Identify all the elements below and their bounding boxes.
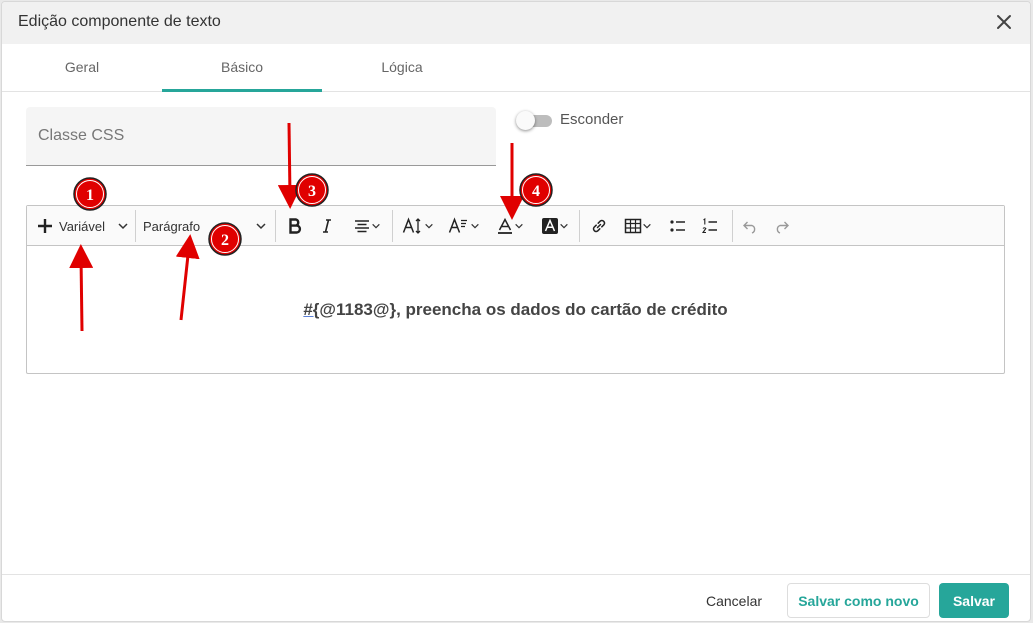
editor-text: @1183@}, preencha os dados do cartão de … xyxy=(319,300,728,319)
font-size-dropdown[interactable] xyxy=(399,212,437,240)
dialog-header: Edição componente de texto xyxy=(2,2,1030,44)
close-icon[interactable] xyxy=(992,10,1016,34)
editor-paragraph: #{@1183@}, preencha os dados do cartão d… xyxy=(27,300,1004,320)
editor-toolbar: Variável Parágrafo xyxy=(27,206,1004,246)
italic-button[interactable] xyxy=(315,212,339,240)
chevron-down-icon xyxy=(372,223,380,229)
css-class-field xyxy=(26,107,496,166)
css-class-input[interactable] xyxy=(26,107,496,165)
toolbar-divider xyxy=(135,210,136,242)
toolbar-divider xyxy=(275,210,276,242)
paragraph-label: Parágrafo xyxy=(143,218,201,234)
toolbar-divider xyxy=(579,210,580,242)
toolbar-divider xyxy=(392,210,393,242)
plus-icon xyxy=(38,219,52,233)
bulleted-list-button[interactable] xyxy=(665,212,691,240)
font-family-icon xyxy=(448,217,467,233)
bold-icon xyxy=(289,218,302,234)
editor-content[interactable]: #{@1183@}, preencha os dados do cartão d… xyxy=(27,247,1004,373)
tab-basico[interactable]: Básico xyxy=(162,44,322,92)
align-center-icon xyxy=(355,220,369,233)
undo-icon xyxy=(743,221,756,234)
background-color-dropdown[interactable] xyxy=(535,212,575,240)
bold-button[interactable] xyxy=(283,212,307,240)
link-icon xyxy=(592,219,606,233)
tab-logica[interactable]: Lógica xyxy=(322,44,482,92)
text-component-dialog: Edição componente de texto Geral Básico … xyxy=(1,1,1031,622)
text-align-dropdown[interactable] xyxy=(349,212,385,240)
redo-button[interactable] xyxy=(771,212,793,240)
save-as-new-button[interactable]: Salvar como novo xyxy=(787,583,930,618)
dialog-footer: Cancelar Salvar como novo Salvar xyxy=(2,574,1030,621)
chevron-down-icon xyxy=(471,223,479,229)
table-dropdown[interactable] xyxy=(619,212,657,240)
font-family-dropdown[interactable] xyxy=(445,212,483,240)
rich-text-editor: Variável Parágrafo #{@1183@}, preencha o… xyxy=(26,205,1005,374)
chevron-down-icon xyxy=(515,223,523,229)
chevron-down-icon xyxy=(643,223,651,229)
numbered-list-button[interactable] xyxy=(697,212,723,240)
chevron-down-icon xyxy=(256,223,266,230)
font-color-dropdown[interactable] xyxy=(493,212,527,240)
tab-geral[interactable]: Geral xyxy=(2,44,162,92)
toggle-knob xyxy=(516,111,535,130)
numbered-list-icon xyxy=(701,217,717,234)
bulleted-list-icon xyxy=(670,220,685,232)
font-color-icon xyxy=(498,217,512,234)
undo-button[interactable] xyxy=(739,212,761,240)
chevron-down-icon xyxy=(560,223,568,229)
tab-bar: Geral Básico Lógica xyxy=(2,44,1030,92)
cancel-button[interactable]: Cancelar xyxy=(694,583,774,618)
link-button[interactable] xyxy=(587,212,611,240)
paragraph-format-dropdown[interactable]: Parágrafo xyxy=(143,212,267,240)
dialog-title: Edição componente de texto xyxy=(18,13,221,30)
table-icon xyxy=(624,218,642,234)
save-button[interactable]: Salvar xyxy=(939,583,1009,618)
toolbar-divider xyxy=(732,210,733,242)
chevron-down-icon xyxy=(425,223,433,229)
variable-token-marker: #{ xyxy=(303,300,320,319)
variable-label: Variável xyxy=(59,218,106,234)
redo-icon xyxy=(776,221,789,234)
font-size-icon xyxy=(402,217,421,234)
insert-variable-button[interactable]: Variável xyxy=(35,212,131,240)
chevron-down-icon xyxy=(118,223,128,230)
italic-icon xyxy=(323,219,331,233)
background-color-icon xyxy=(542,218,558,234)
hide-toggle-label: Esconder xyxy=(560,111,624,128)
